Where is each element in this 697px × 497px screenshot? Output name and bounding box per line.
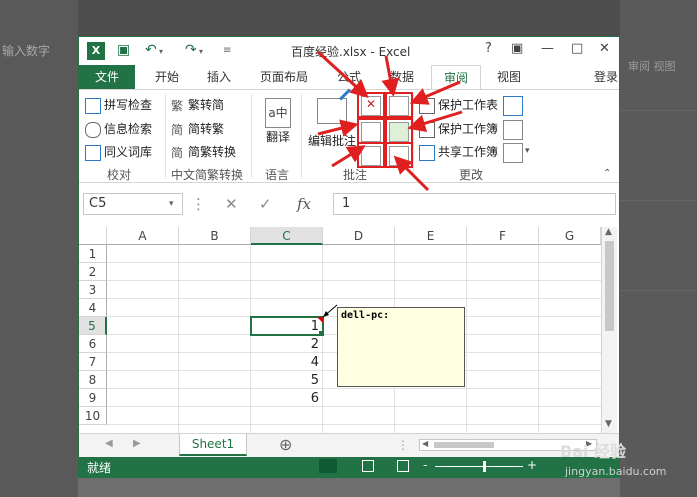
watermark-logo: Bai 经验	[560, 442, 627, 461]
arrow	[331, 145, 366, 168]
arrow	[393, 155, 430, 192]
watermark-url: jingyan.baidu.com	[565, 465, 667, 478]
arrow	[381, 55, 400, 97]
arrow	[317, 119, 359, 137]
arrow	[407, 110, 463, 132]
arrow	[316, 50, 369, 99]
annotation-arrows	[316, 50, 463, 192]
arrow	[409, 80, 461, 105]
